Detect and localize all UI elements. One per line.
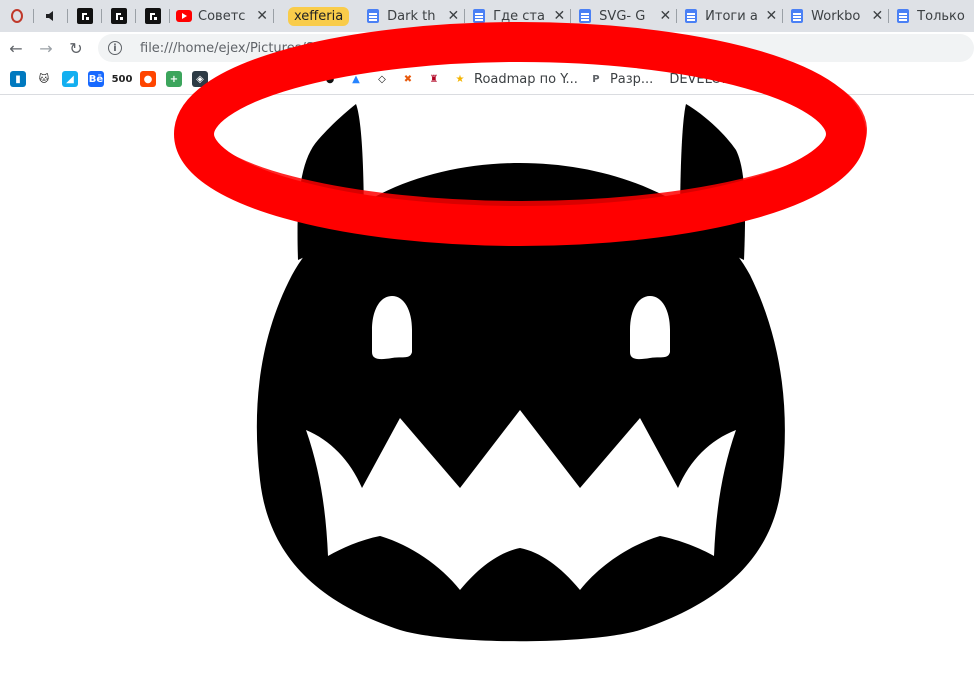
doc-icon [471, 8, 487, 24]
browser-tab[interactable]: Только✕ [889, 0, 974, 32]
bookmark-label: Typef [761, 71, 796, 87]
reload-button[interactable]: ↻ [62, 34, 90, 62]
bookmark-item[interactable]: 🐱 [36, 68, 52, 90]
close-tab-icon[interactable]: ✕ [256, 8, 268, 24]
artstation-icon: ◢ [62, 71, 78, 87]
tab-title: Только [917, 8, 965, 24]
js-icon: JS [218, 71, 234, 87]
opera-icon [9, 8, 25, 24]
tab-strip: Советс ✕ xefferia Dark th ✕ Где ста ✕ SVG- G ✕ Ит… [0, 0, 974, 32]
git-icon: ◈ [296, 71, 312, 87]
bookmark-item[interactable]: ★ Roadmap по Y... [452, 68, 578, 90]
tab-title: Workbo [811, 8, 861, 24]
cat-icon: 🐱 [36, 71, 52, 87]
address-url[interactable]: file:///home/ejex/Pictures/SVG%20BLOG/la… [140, 41, 483, 56]
behance-icon: Bē [88, 71, 104, 87]
close-tab-icon[interactable]: ✕ [659, 8, 671, 24]
r-logo-icon [77, 8, 93, 24]
bookmark-item[interactable]: ▲ [348, 68, 364, 90]
bookmark-item[interactable]: ◈ [192, 68, 208, 90]
page-content [0, 95, 974, 692]
tab-title: SVG- G [599, 8, 646, 24]
bookmark-item[interactable]: + [166, 68, 182, 90]
trello-icon: ▮ [10, 71, 26, 87]
reddit-icon: ● [140, 71, 156, 87]
500px-icon: 500 [112, 71, 132, 87]
folder-icon: ▬ [739, 71, 756, 87]
back-button[interactable]: ← [2, 34, 30, 62]
bootstrap-icon: B [244, 71, 260, 87]
bookmark-item[interactable]: ▬ Typef [739, 68, 796, 90]
info-icon[interactable]: i [108, 41, 122, 55]
bookmark-label: DEVELOP [669, 71, 730, 87]
pinned-tab[interactable] [34, 0, 68, 32]
bookmark-item[interactable]: ● [140, 68, 156, 90]
bookmark-item[interactable]: ◈ [296, 68, 312, 90]
tab-title: Итоги а [705, 8, 758, 24]
doc-icon [683, 8, 699, 24]
close-tab-icon[interactable]: ✕ [765, 8, 777, 24]
bookmark-item[interactable]: ◆ [270, 68, 286, 90]
browser-tab[interactable]: Итоги а ✕ [677, 0, 784, 32]
bookmarks-bar: ▮ 🐱 ◢ Bē 500 ● + ◈ JS B ◆ ◈ ● ▲ ◇ ✖ ♜ ★ Roadmap по Y... P Ра… [0, 64, 974, 95]
close-tab-icon[interactable]: ✕ [553, 8, 565, 24]
toolbar: ← → ↻ i file:///home/ejex/Pictures/SVG%2… [0, 32, 974, 64]
youtube-icon [176, 8, 192, 24]
reload-icon: ↻ [69, 38, 83, 58]
dark-square-icon: ◈ [192, 71, 208, 87]
atlassian-icon: ▲ [348, 71, 364, 87]
tab-group-label[interactable]: xefferia [288, 6, 350, 26]
bookmark-item[interactable]: B [244, 68, 260, 90]
arrow-right-icon: → [39, 38, 53, 58]
browser-tab[interactable]: Где ста ✕ [465, 0, 572, 32]
browser-tab[interactable]: Советс ✕ [170, 0, 274, 32]
codepen-icon: ◇ [374, 71, 390, 87]
bookmark-item[interactable]: Bē [88, 68, 104, 90]
bookmark-item[interactable]: ▮ [10, 68, 26, 90]
doc-icon [789, 8, 805, 24]
pinned-tab[interactable] [136, 0, 170, 32]
pinned-tab[interactable] [0, 0, 34, 32]
speaker-icon [43, 8, 59, 24]
bookmark-item[interactable]: ◇ [374, 68, 390, 90]
bookmark-item[interactable]: ● [322, 68, 338, 90]
github-icon: ● [322, 71, 338, 87]
close-tab-icon[interactable]: ✕ [871, 8, 883, 24]
green-square-icon: + [166, 71, 182, 87]
bookmark-item[interactable]: ✖ [400, 68, 416, 90]
bookmark-item[interactable]: ◢ [62, 68, 78, 90]
star-icon: ★ [452, 71, 468, 87]
browser-tab[interactable]: Dark th ✕ [359, 0, 466, 32]
bookmark-label: Roadmap по Y... [474, 71, 578, 87]
forward-button[interactable]: → [32, 34, 60, 62]
cross-icon: ✖ [400, 71, 416, 87]
p-icon: P [587, 71, 604, 87]
doc-icon [895, 8, 911, 24]
bookmark-item[interactable]: ♜ [426, 68, 442, 90]
red-icon: ♜ [426, 71, 442, 87]
close-tab-icon[interactable]: ✕ [447, 8, 459, 24]
r-logo-icon [145, 8, 161, 24]
pinned-tab[interactable] [68, 0, 102, 32]
bookmark-item[interactable]: P Разр... [587, 68, 654, 90]
bookmark-item[interactable]: JS [218, 68, 234, 90]
doc-icon [365, 8, 381, 24]
bookmark-item[interactable]: 500 [112, 68, 132, 90]
address-bar[interactable]: i file:///home/ejex/Pictures/SVG%20BLOG/… [98, 34, 974, 62]
browser-tab[interactable]: SVG- G ✕ [571, 0, 678, 32]
r-logo-icon [111, 8, 127, 24]
tab-title: Где ста [493, 8, 545, 24]
doc-icon [577, 8, 593, 24]
bookmark-item[interactable]: DEVELOP [663, 68, 729, 90]
browser-tab[interactable]: Workbo ✕ [783, 0, 890, 32]
bookmark-label: Разр... [609, 71, 654, 87]
gitlab-icon: ◆ [270, 71, 286, 87]
arrow-left-icon: ← [9, 38, 23, 58]
tab-title: Dark th [387, 8, 436, 24]
pinned-tab[interactable] [102, 0, 136, 32]
tab-title: Советс [198, 8, 246, 24]
